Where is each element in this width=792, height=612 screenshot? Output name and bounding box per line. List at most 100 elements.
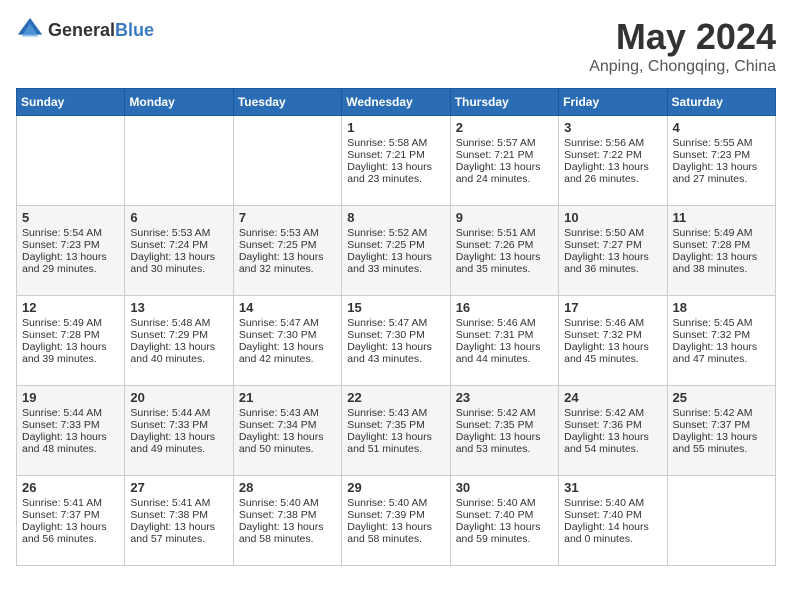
sunrise: Sunrise: 5:46 AM (456, 317, 536, 329)
calendar-cell: 21 Sunrise: 5:43 AM Sunset: 7:34 PM Dayl… (233, 386, 341, 476)
daylight-label: Daylight: 13 hours and 51 minutes. (347, 431, 432, 455)
daylight-label: Daylight: 13 hours and 43 minutes. (347, 341, 432, 365)
daylight-label: Daylight: 13 hours and 59 minutes. (456, 521, 541, 545)
sunrise: Sunrise: 5:42 AM (564, 407, 644, 419)
sunrise: Sunrise: 5:46 AM (564, 317, 644, 329)
daylight-label: Daylight: 13 hours and 30 minutes. (130, 251, 215, 275)
sunset: Sunset: 7:38 PM (130, 509, 208, 521)
day-number: 13 (130, 300, 227, 315)
calendar-cell: 10 Sunrise: 5:50 AM Sunset: 7:27 PM Dayl… (559, 206, 667, 296)
daylight-label: Daylight: 13 hours and 50 minutes. (239, 431, 324, 455)
sunset: Sunset: 7:33 PM (22, 419, 100, 431)
sunset: Sunset: 7:37 PM (673, 419, 751, 431)
day-number: 20 (130, 390, 227, 405)
daylight-label: Daylight: 13 hours and 36 minutes. (564, 251, 649, 275)
calendar-cell: 7 Sunrise: 5:53 AM Sunset: 7:25 PM Dayli… (233, 206, 341, 296)
sunset: Sunset: 7:35 PM (456, 419, 534, 431)
sunset: Sunset: 7:31 PM (456, 329, 534, 341)
daylight-label: Daylight: 13 hours and 48 minutes. (22, 431, 107, 455)
sunrise: Sunrise: 5:47 AM (239, 317, 319, 329)
sunset: Sunset: 7:40 PM (564, 509, 642, 521)
sunset: Sunset: 7:29 PM (130, 329, 208, 341)
sunset: Sunset: 7:40 PM (456, 509, 534, 521)
daylight-label: Daylight: 13 hours and 44 minutes. (456, 341, 541, 365)
daylight-label: Daylight: 13 hours and 57 minutes. (130, 521, 215, 545)
sunrise: Sunrise: 5:50 AM (564, 227, 644, 239)
calendar-cell: 2 Sunrise: 5:57 AM Sunset: 7:21 PM Dayli… (450, 116, 558, 206)
daylight-label: Daylight: 13 hours and 39 minutes. (22, 341, 107, 365)
sunset: Sunset: 7:23 PM (22, 239, 100, 251)
sunrise: Sunrise: 5:55 AM (673, 137, 753, 149)
logo-icon (16, 16, 44, 44)
calendar-cell: 17 Sunrise: 5:46 AM Sunset: 7:32 PM Dayl… (559, 296, 667, 386)
calendar-cell: 23 Sunrise: 5:42 AM Sunset: 7:35 PM Dayl… (450, 386, 558, 476)
day-number: 1 (347, 120, 444, 135)
day-header-thursday: Thursday (450, 89, 558, 116)
calendar-body: 1 Sunrise: 5:58 AM Sunset: 7:21 PM Dayli… (17, 116, 776, 566)
sunset: Sunset: 7:25 PM (239, 239, 317, 251)
calendar-cell: 29 Sunrise: 5:40 AM Sunset: 7:39 PM Dayl… (342, 476, 450, 566)
sunset: Sunset: 7:24 PM (130, 239, 208, 251)
daylight-label: Daylight: 13 hours and 54 minutes. (564, 431, 649, 455)
calendar-cell: 19 Sunrise: 5:44 AM Sunset: 7:33 PM Dayl… (17, 386, 125, 476)
sunset: Sunset: 7:38 PM (239, 509, 317, 521)
day-header-tuesday: Tuesday (233, 89, 341, 116)
sunset: Sunset: 7:27 PM (564, 239, 642, 251)
sunrise: Sunrise: 5:44 AM (130, 407, 210, 419)
calendar-cell: 30 Sunrise: 5:40 AM Sunset: 7:40 PM Dayl… (450, 476, 558, 566)
logo-general: General (48, 20, 115, 40)
sunset: Sunset: 7:37 PM (22, 509, 100, 521)
sunrise: Sunrise: 5:41 AM (130, 497, 210, 509)
sunset: Sunset: 7:28 PM (22, 329, 100, 341)
day-number: 22 (347, 390, 444, 405)
calendar-cell: 22 Sunrise: 5:43 AM Sunset: 7:35 PM Dayl… (342, 386, 450, 476)
sunset: Sunset: 7:21 PM (456, 149, 534, 161)
calendar-week-row: 5 Sunrise: 5:54 AM Sunset: 7:23 PM Dayli… (17, 206, 776, 296)
day-header-monday: Monday (125, 89, 233, 116)
calendar-cell: 28 Sunrise: 5:40 AM Sunset: 7:38 PM Dayl… (233, 476, 341, 566)
daylight-label: Daylight: 13 hours and 29 minutes. (22, 251, 107, 275)
day-number: 7 (239, 210, 336, 225)
sunrise: Sunrise: 5:47 AM (347, 317, 427, 329)
daylight-label: Daylight: 14 hours and 0 minutes. (564, 521, 649, 545)
calendar-cell: 24 Sunrise: 5:42 AM Sunset: 7:36 PM Dayl… (559, 386, 667, 476)
daylight-label: Daylight: 13 hours and 45 minutes. (564, 341, 649, 365)
sunset: Sunset: 7:23 PM (673, 149, 751, 161)
calendar-cell: 11 Sunrise: 5:49 AM Sunset: 7:28 PM Dayl… (667, 206, 775, 296)
daylight-label: Daylight: 13 hours and 53 minutes. (456, 431, 541, 455)
subtitle: Anping, Chongqing, China (589, 58, 776, 76)
sunrise: Sunrise: 5:52 AM (347, 227, 427, 239)
calendar-cell: 26 Sunrise: 5:41 AM Sunset: 7:37 PM Dayl… (17, 476, 125, 566)
day-number: 18 (673, 300, 770, 315)
day-header-friday: Friday (559, 89, 667, 116)
day-number: 23 (456, 390, 553, 405)
logo-blue: Blue (115, 20, 154, 40)
calendar-cell: 1 Sunrise: 5:58 AM Sunset: 7:21 PM Dayli… (342, 116, 450, 206)
day-number: 15 (347, 300, 444, 315)
calendar-cell: 18 Sunrise: 5:45 AM Sunset: 7:32 PM Dayl… (667, 296, 775, 386)
sunrise: Sunrise: 5:42 AM (673, 407, 753, 419)
calendar-cell: 3 Sunrise: 5:56 AM Sunset: 7:22 PM Dayli… (559, 116, 667, 206)
sunrise: Sunrise: 5:53 AM (130, 227, 210, 239)
calendar-cell: 12 Sunrise: 5:49 AM Sunset: 7:28 PM Dayl… (17, 296, 125, 386)
sunrise: Sunrise: 5:40 AM (456, 497, 536, 509)
calendar-week-row: 12 Sunrise: 5:49 AM Sunset: 7:28 PM Dayl… (17, 296, 776, 386)
calendar-cell: 8 Sunrise: 5:52 AM Sunset: 7:25 PM Dayli… (342, 206, 450, 296)
day-header-wednesday: Wednesday (342, 89, 450, 116)
sunrise: Sunrise: 5:43 AM (239, 407, 319, 419)
day-number: 17 (564, 300, 661, 315)
daylight-label: Daylight: 13 hours and 56 minutes. (22, 521, 107, 545)
daylight-label: Daylight: 13 hours and 33 minutes. (347, 251, 432, 275)
calendar-cell: 31 Sunrise: 5:40 AM Sunset: 7:40 PM Dayl… (559, 476, 667, 566)
sunset: Sunset: 7:34 PM (239, 419, 317, 431)
sunrise: Sunrise: 5:57 AM (456, 137, 536, 149)
sunrise: Sunrise: 5:53 AM (239, 227, 319, 239)
calendar-cell: 15 Sunrise: 5:47 AM Sunset: 7:30 PM Dayl… (342, 296, 450, 386)
day-number: 8 (347, 210, 444, 225)
calendar-cell: 16 Sunrise: 5:46 AM Sunset: 7:31 PM Dayl… (450, 296, 558, 386)
day-number: 29 (347, 480, 444, 495)
day-number: 11 (673, 210, 770, 225)
daylight-label: Daylight: 13 hours and 24 minutes. (456, 161, 541, 185)
day-number: 30 (456, 480, 553, 495)
sunset: Sunset: 7:32 PM (564, 329, 642, 341)
